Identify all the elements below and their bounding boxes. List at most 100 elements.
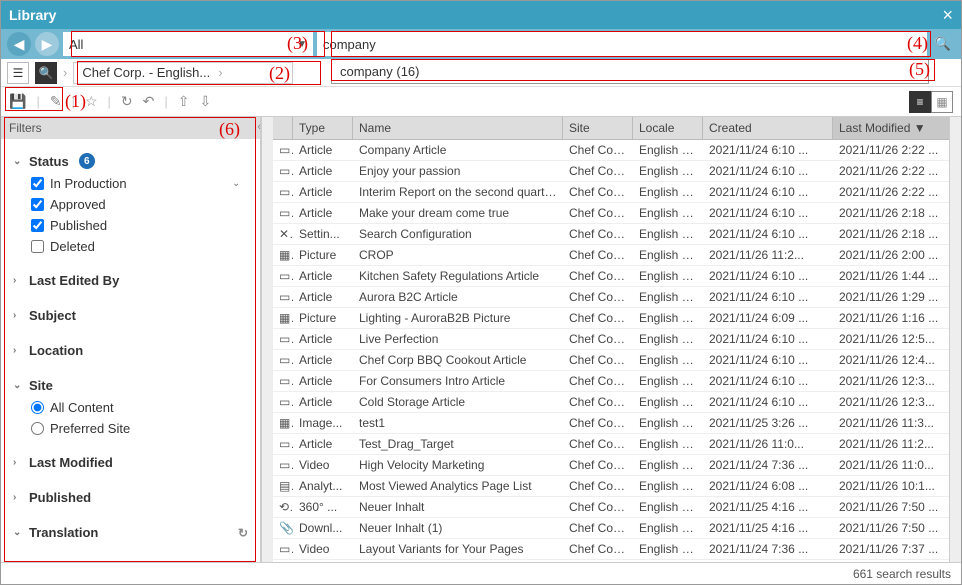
table-row[interactable]: ▭ArticleTest_Drag_TargetChef Corp.Englis…	[273, 434, 949, 455]
table-row[interactable]: ▭ArticleFor Consumers Intro ArticleChef …	[273, 371, 949, 392]
scrollbar[interactable]	[949, 117, 961, 562]
table-row[interactable]: ▭ArticleCompany ArticleChef Corp.English…	[273, 140, 949, 161]
filter-group-last-edited[interactable]: ›Last Edited By	[13, 269, 248, 292]
filters-header: Filters ‹	[1, 117, 260, 139]
col-type[interactable]: Type	[293, 117, 353, 139]
cell-type: Article	[293, 204, 353, 222]
nav-bar: ◀ ▶ All ▼ company 🔍	[1, 29, 961, 59]
table-row[interactable]: ▭ArticleCold Storage ArticleChef Corp.En…	[273, 392, 949, 413]
table-row[interactable]: ✕Settin...Search ConfigurationChef Corp.…	[273, 224, 949, 245]
cell-created: 2021/11/24 6:10 ...	[703, 183, 833, 201]
table-row[interactable]: ▭ArticleLive PerfectionChef Corp.English…	[273, 329, 949, 350]
col-locale[interactable]: Locale	[633, 117, 703, 139]
row-type-icon: ▦	[273, 246, 293, 264]
cell-locale: English (U...	[633, 519, 703, 537]
col-created[interactable]: Created	[703, 117, 833, 139]
chevron-down-icon: ⌄	[13, 527, 23, 538]
save-icon[interactable]: 💾	[9, 93, 26, 110]
status-badge: 6	[79, 153, 95, 169]
row-type-icon: ▭	[273, 393, 293, 411]
cell-created: 2021/11/24 6:08 ...	[703, 477, 833, 495]
close-icon[interactable]: ×	[942, 5, 953, 26]
table-row[interactable]: ▭ArticleAurora B2C ArticleChef Corp.Engl…	[273, 287, 949, 308]
cell-created: 2021/11/24 6:09 ...	[703, 309, 833, 327]
filter-group-subject[interactable]: ›Subject	[13, 304, 248, 327]
table-row[interactable]: ▤Analyt...Most Viewed Analytics Page Lis…	[273, 476, 949, 497]
table-row[interactable]: ▦PictureCROPChef Corp.English (U...2021/…	[273, 245, 949, 266]
table-row[interactable]: ▭ArticleMake your dream come trueChef Co…	[273, 203, 949, 224]
cell-locale: English (U...	[633, 288, 703, 306]
col-last-modified[interactable]: Last Modified ▼	[833, 117, 949, 139]
grid-view-button[interactable]: ▦	[931, 91, 953, 113]
refresh-icon[interactable]: ↻	[238, 526, 248, 540]
chevron-down-icon: ▼	[297, 39, 307, 50]
col-name[interactable]: Name	[353, 117, 563, 139]
back-button[interactable]: ◀	[7, 32, 31, 56]
chevron-down-icon[interactable]: ⌄	[232, 178, 242, 189]
cell-created: 2021/11/24 6:10 ...	[703, 225, 833, 243]
cell-name: High Velocity Marketing	[353, 456, 563, 474]
cell-site: Chef Corp.	[563, 456, 633, 474]
table-row[interactable]: ▭ArticleEnjoy your passionChef Corp.Engl…	[273, 161, 949, 182]
filter-published[interactable]: Published	[13, 215, 248, 236]
row-type-icon: ▭	[273, 183, 293, 201]
filter-site-all[interactable]: All Content	[13, 397, 248, 418]
scrollbar[interactable]	[261, 117, 273, 562]
undo-icon[interactable]: ↶	[143, 93, 155, 110]
row-type-icon: ✕	[273, 225, 293, 243]
table-row[interactable]: 📎Downl...Neuer Inhalt (1)Chef Corp.Engli…	[273, 518, 949, 539]
breadcrumb[interactable]: Chef Corp. - English... ›	[73, 62, 293, 84]
search-suggest-item[interactable]: company (16)	[332, 60, 928, 83]
cell-name: Most Viewed Analytics Page List	[353, 477, 563, 495]
table-row[interactable]: ▭VideoLayout Variants for Your PagesChef…	[273, 539, 949, 560]
filter-group-last-modified[interactable]: ›Last Modified	[13, 451, 248, 474]
filter-site-preferred[interactable]: Preferred Site	[13, 418, 248, 439]
cell-site: Chef Corp.	[563, 225, 633, 243]
cell-site: Chef Corp.	[563, 309, 633, 327]
cell-locale: English (U...	[633, 204, 703, 222]
type-filter-select[interactable]: All ▼	[63, 32, 313, 56]
search-mode-button[interactable]: 🔍	[35, 62, 57, 84]
refresh-icon[interactable]: ↻	[121, 93, 133, 110]
col-site[interactable]: Site	[563, 117, 633, 139]
cell-created: 2021/11/25 4:16 ...	[703, 519, 833, 537]
cell-locale: English (U...	[633, 330, 703, 348]
edit-icon[interactable]: ✎	[50, 93, 62, 110]
table-row[interactable]: ▦Image...test1Chef Corp.English (U...202…	[273, 413, 949, 434]
table-row[interactable]: ▭VideoHigh Velocity MarketingChef Corp.E…	[273, 455, 949, 476]
filter-group-translation[interactable]: ⌄Translation↻	[13, 521, 248, 544]
cell-name: Lighting - AuroraB2B Picture	[353, 309, 563, 327]
cell-modified: 2021/11/26 2:00 ...	[833, 246, 949, 264]
cell-site: Chef Corp.	[563, 351, 633, 369]
table-row[interactable]: ⟲360° ...Neuer InhaltChef Corp.English (…	[273, 497, 949, 518]
search-icon[interactable]: 🔍	[931, 32, 955, 56]
cell-modified: 2021/11/26 2:22 ...	[833, 183, 949, 201]
cell-site: Chef Corp.	[563, 162, 633, 180]
table-row[interactable]: ▦PictureLighting - AuroraB2B PictureChef…	[273, 308, 949, 329]
star-icon[interactable]: ☆	[85, 93, 98, 110]
cell-name: Interim Report on the second quarter ...	[353, 183, 563, 201]
collapse-icon[interactable]: ‹	[257, 121, 261, 133]
forward-button[interactable]: ▶	[35, 32, 59, 56]
search-input[interactable]: company	[317, 32, 927, 56]
cell-modified: 2021/11/26 2:18 ...	[833, 225, 949, 243]
download-icon[interactable]: ⇩	[200, 93, 212, 110]
row-type-icon: ▭	[273, 330, 293, 348]
filter-approved[interactable]: Approved	[13, 194, 248, 215]
filter-group-published[interactable]: ›Published	[13, 486, 248, 509]
filter-in-production[interactable]: In Production ⌄	[13, 173, 248, 194]
list-view-button[interactable]: ≡	[909, 91, 931, 113]
table-row[interactable]: ▭ArticleInterim Report on the second qua…	[273, 182, 949, 203]
cell-site: Chef Corp.	[563, 435, 633, 453]
filter-deleted[interactable]: Deleted	[13, 236, 248, 257]
filter-group-site[interactable]: ⌄Site	[13, 374, 248, 397]
cell-locale: English (U...	[633, 414, 703, 432]
results-table: Type Name Site Locale Created Last Modif…	[273, 117, 949, 562]
filter-group-location[interactable]: ›Location	[13, 339, 248, 362]
table-row[interactable]: ▭ArticleChef Corp BBQ Cookout ArticleChe…	[273, 350, 949, 371]
tree-mode-button[interactable]: ☰	[7, 62, 29, 84]
table-row[interactable]: ▭ArticleKitchen Safety Regulations Artic…	[273, 266, 949, 287]
cell-locale: English (U...	[633, 372, 703, 390]
upload-icon[interactable]: ⇧	[178, 93, 190, 110]
filter-group-status[interactable]: ⌄ Status 6	[13, 149, 248, 173]
